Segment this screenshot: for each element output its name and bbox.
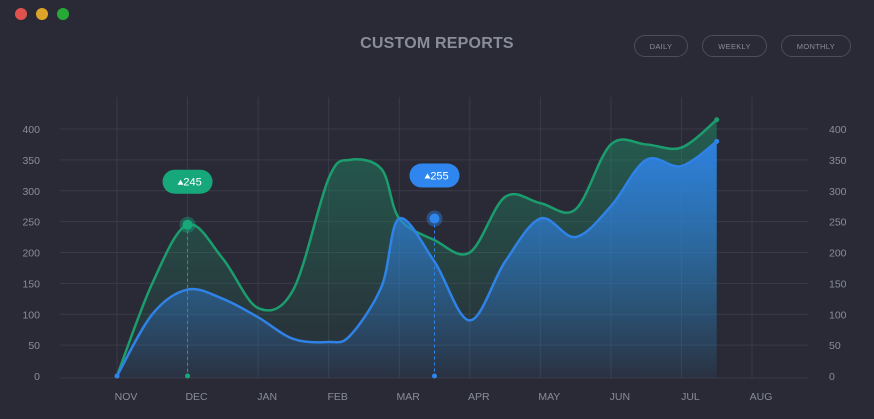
y-tick-label-left: 350 [22,155,40,167]
y-tick-label-left: 100 [22,309,40,321]
y-tick-label-right: 0 [829,371,835,383]
y-tick-label-right: 300 [829,186,847,198]
reports-chart: 245 255 0 0 50 50 100 100 150 150 200 200 250 250 300… [22,97,847,403]
y-tick-label-right: 100 [829,309,847,321]
y-tick-label-left: 250 [22,217,40,229]
y-tick-label-left: 300 [22,186,40,198]
y-tick-label-right: 350 [829,155,847,167]
y-tick-label-right: 200 [829,248,847,260]
y-tick-label-right: 400 [829,124,847,136]
blue-series-end-point [714,138,720,144]
x-tick-label: NOV [115,391,138,403]
x-tick-label: DEC [185,391,208,403]
series-layer [114,117,720,379]
y-tick-label-left: 200 [22,248,40,260]
green-series-marker-point [182,219,193,230]
y-tick-label-right: 150 [829,278,847,290]
green-series-end-point [714,117,720,123]
green-series-tooltip-value: 245 [183,177,201,189]
x-tick-label: APR [468,391,490,403]
y-tick-label-right: 250 [829,217,847,229]
x-tick-label: MAR [397,391,421,403]
green-series-marker-base [185,373,191,379]
x-tick-label: MAY [538,391,560,403]
blue-series-tooltip-value: 255 [430,171,448,183]
x-tick-label: JUL [681,391,700,403]
blue-series-start-point [114,373,120,379]
blue-series-marker-point [429,213,440,224]
x-tick-label: JAN [257,391,277,403]
y-tick-label-left: 150 [22,278,40,290]
y-tick-label-left: 0 [34,371,40,383]
x-tick-label: AUG [750,391,773,403]
y-tick-label-left: 50 [28,340,40,352]
y-tick-label-right: 50 [829,340,841,352]
y-tick-label-left: 400 [22,124,40,136]
x-tick-label: FEB [327,391,347,403]
x-tick-label: JUN [610,391,630,403]
blue-series-marker-base [432,373,437,379]
